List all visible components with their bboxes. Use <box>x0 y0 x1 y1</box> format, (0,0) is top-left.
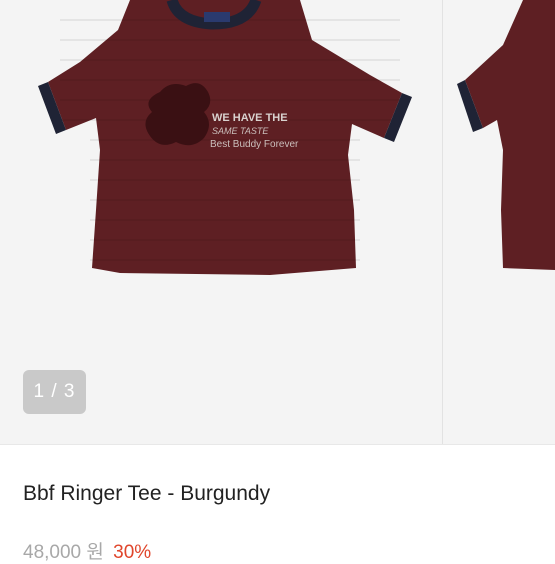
print-line-1: WE HAVE THE <box>212 112 288 124</box>
image-carousel[interactable]: WE HAVE THE SAME TASTE Best Buddy Foreve… <box>0 0 555 444</box>
discount-rate: 30% <box>113 542 152 563</box>
price-row: 48,000 원 30% <box>23 537 151 564</box>
print-line-2: SAME TASTE <box>212 126 269 136</box>
next-image-slide[interactable] <box>443 0 555 444</box>
divider <box>0 444 555 445</box>
product-title: Bbf Ringer Tee - Burgundy <box>23 482 271 505</box>
tee-image-peek <box>457 0 555 270</box>
image-counter: 1 / 3 <box>23 370 86 414</box>
original-price: 48,000 원 <box>23 542 104 563</box>
print-line-3: Best Buddy Forever <box>210 139 299 150</box>
